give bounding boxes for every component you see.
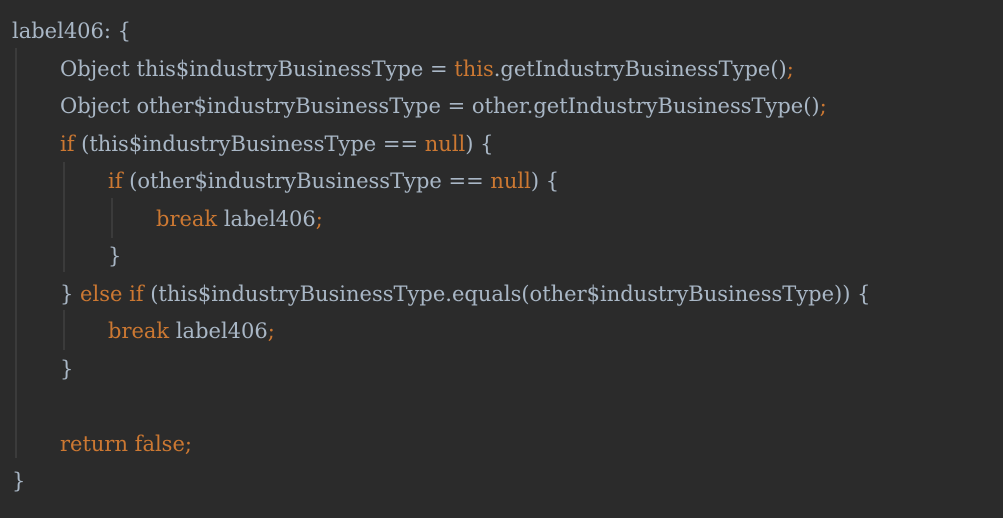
- indent-guide: [111, 198, 113, 238]
- code-line[interactable]: }: [60, 354, 73, 384]
- code-token: label406: {: [12, 19, 132, 43]
- code-line[interactable]: Object other$industryBusinessType = othe…: [60, 91, 827, 121]
- code-line[interactable]: break label406;: [156, 204, 323, 234]
- semicolon-token: ;: [786, 57, 794, 81]
- keyword-token: null: [490, 169, 531, 193]
- keyword-token: return false: [60, 432, 185, 456]
- code-token: (this$industryBusinessType.equals(other$…: [143, 282, 871, 306]
- code-line[interactable]: Object this$industryBusinessType = this.…: [60, 54, 794, 84]
- indent-guide: [63, 310, 65, 350]
- code-token: (this$industryBusinessType ==: [74, 132, 425, 156]
- keyword-token: break: [156, 207, 218, 231]
- code-line[interactable]: } else if (this$industryBusinessType.equ…: [60, 279, 870, 309]
- code-token: }: [108, 244, 122, 268]
- code-line[interactable]: }: [12, 466, 25, 496]
- code-token: Object other$industryBusinessType = othe…: [60, 94, 820, 118]
- code-line[interactable]: label406: {: [12, 16, 131, 46]
- keyword-token: this: [454, 57, 494, 81]
- keyword-token: if: [60, 132, 75, 156]
- indent-guide: [63, 162, 65, 272]
- code-token: .getIndustryBusinessType(): [493, 57, 787, 81]
- code-line[interactable]: break label406;: [108, 316, 275, 346]
- code-editor[interactable]: label406: { Object this$industryBusiness…: [0, 0, 1003, 518]
- semicolon-token: ;: [267, 319, 275, 343]
- code-token: Object this$industryBusinessType =: [60, 57, 455, 81]
- keyword-token: if: [108, 169, 123, 193]
- indent-guide: [15, 48, 17, 458]
- code-token: label406: [169, 319, 268, 343]
- keyword-token: break: [108, 319, 170, 343]
- keyword-token: null: [424, 132, 466, 156]
- code-token: }: [12, 469, 26, 493]
- semicolon-token: ;: [184, 432, 192, 456]
- code-token: ) {: [530, 169, 560, 193]
- code-token: }: [60, 357, 74, 381]
- code-token: (other$industryBusinessType ==: [122, 169, 491, 193]
- code-line[interactable]: return false;: [60, 429, 192, 459]
- code-token: label406: [217, 207, 316, 231]
- semicolon-token: ;: [819, 94, 827, 118]
- code-line[interactable]: if (other$industryBusinessType == null) …: [108, 166, 559, 196]
- code-token: }: [60, 282, 81, 306]
- code-line[interactable]: if (this$industryBusinessType == null) {: [60, 129, 493, 159]
- code-line[interactable]: }: [108, 241, 121, 271]
- keyword-token: else if: [80, 282, 144, 306]
- semicolon-token: ;: [315, 207, 323, 231]
- code-token: ) {: [465, 132, 494, 156]
